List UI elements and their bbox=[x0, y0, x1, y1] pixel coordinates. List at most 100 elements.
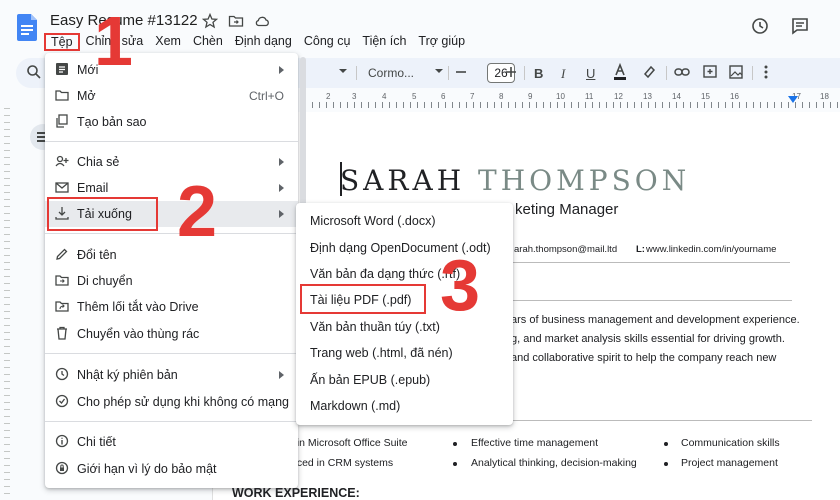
insert-image-icon[interactable] bbox=[728, 64, 744, 80]
ruler-number: 3 bbox=[352, 92, 357, 101]
menu-format[interactable]: Định dạng bbox=[229, 33, 298, 51]
menu-file[interactable]: Tệp bbox=[44, 33, 80, 51]
docs-logo-icon[interactable] bbox=[17, 14, 37, 41]
step-number-3: 3 bbox=[440, 246, 481, 326]
increase-font-size-icon[interactable] bbox=[504, 65, 518, 79]
pencil-icon bbox=[55, 247, 69, 261]
menu-item-add-shortcut[interactable]: Thêm lối tắt vào Drive bbox=[45, 294, 298, 320]
star-icon[interactable] bbox=[202, 13, 218, 29]
download-submenu: Microsoft Word (.docx) Định dạng OpenDoc… bbox=[296, 203, 513, 425]
download-txt[interactable]: Văn bản thuần túy (.txt) bbox=[296, 314, 513, 340]
resume-role: keting Manager bbox=[515, 201, 619, 218]
download-docx[interactable]: Microsoft Word (.docx) bbox=[296, 208, 513, 234]
offline-icon bbox=[55, 394, 69, 408]
bullet bbox=[664, 462, 668, 466]
add-comment-icon[interactable] bbox=[702, 64, 718, 80]
menu-item-new[interactable]: Mới bbox=[45, 57, 298, 83]
divider bbox=[512, 420, 812, 421]
right-indent-marker[interactable] bbox=[788, 96, 798, 103]
resume-first-name: SARAH bbox=[340, 164, 466, 197]
highlight-pdf-box bbox=[300, 284, 426, 314]
menu-item-version-history[interactable]: Nhật ký phiên bản bbox=[45, 362, 298, 388]
ruler-number: 11 bbox=[585, 92, 594, 101]
ruler-number: 8 bbox=[499, 92, 504, 101]
trash-icon bbox=[55, 326, 69, 340]
email-icon bbox=[55, 180, 69, 194]
folder-icon bbox=[55, 88, 69, 102]
menu-item-move[interactable]: Di chuyển bbox=[45, 268, 298, 294]
menu-item-rename[interactable]: Đổi tên bbox=[45, 242, 298, 268]
menu-item-make-copy[interactable]: Tạo bản sao bbox=[45, 109, 298, 135]
horizontal-ruler[interactable]: 2 3 4 5 6 7 8 9 10 11 12 13 14 15 16 17 … bbox=[312, 92, 840, 108]
submenu-arrow-icon bbox=[279, 66, 284, 74]
ruler-number: 9 bbox=[528, 92, 533, 101]
new-doc-icon bbox=[55, 62, 69, 76]
move-folder-icon[interactable] bbox=[228, 13, 244, 29]
font-family-select[interactable]: Cormo... bbox=[368, 66, 414, 80]
highlight-color-icon[interactable] bbox=[642, 64, 656, 80]
italic-icon[interactable]: I bbox=[561, 66, 565, 82]
submenu-arrow-icon bbox=[279, 371, 284, 379]
menu-tools[interactable]: Công cụ bbox=[298, 33, 357, 51]
skill-item: nced in CRM systems bbox=[291, 457, 394, 469]
menu-scrollbar[interactable] bbox=[300, 57, 306, 217]
ruler-number: 10 bbox=[556, 92, 565, 101]
ruler-number: 12 bbox=[614, 92, 623, 101]
menu-item-trash[interactable]: Chuyển vào thùng rác bbox=[45, 321, 298, 347]
summary-line: g, and market analysis skills essential … bbox=[511, 333, 785, 345]
security-icon bbox=[55, 461, 69, 475]
more-options-icon[interactable] bbox=[764, 65, 768, 79]
contact-linkedin: www.linkedin.com/in/yourname bbox=[646, 244, 777, 255]
share-icon bbox=[55, 154, 69, 168]
search-menus-icon[interactable] bbox=[26, 64, 42, 80]
download-epub[interactable]: Ấn bản EPUB (.epub) bbox=[296, 367, 513, 393]
bold-icon[interactable]: B bbox=[534, 66, 543, 81]
text-color-icon[interactable] bbox=[613, 63, 627, 81]
insert-link-icon[interactable] bbox=[674, 65, 690, 79]
ruler-number: 6 bbox=[441, 92, 446, 101]
skill-item: t in Microsoft Office Suite bbox=[291, 437, 408, 449]
menu-help[interactable]: Trợ giúp bbox=[412, 33, 471, 51]
download-md[interactable]: Markdown (.md) bbox=[296, 393, 513, 419]
underline-icon[interactable]: U bbox=[586, 66, 595, 81]
ruler-number: 15 bbox=[701, 92, 710, 101]
info-icon bbox=[55, 434, 69, 448]
font-dropdown-icon[interactable] bbox=[434, 67, 444, 75]
highlight-download-box bbox=[47, 197, 158, 231]
ruler-number: 14 bbox=[672, 92, 681, 101]
submenu-arrow-icon bbox=[279, 184, 284, 192]
ruler-number: 7 bbox=[470, 92, 475, 101]
drive-shortcut-icon bbox=[55, 299, 69, 313]
menu-view[interactable]: Xem bbox=[149, 33, 187, 51]
version-history-icon[interactable] bbox=[750, 16, 770, 36]
history-icon bbox=[55, 367, 69, 381]
step-number-1: 1 bbox=[94, 2, 133, 80]
copy-icon bbox=[55, 114, 69, 128]
menu-item-share[interactable]: Chia sẻ bbox=[45, 149, 298, 175]
move-folder-icon bbox=[55, 273, 69, 287]
contact-linkedin-prefix: L: bbox=[636, 244, 645, 255]
menu-item-open[interactable]: Mở Ctrl+O bbox=[45, 83, 298, 109]
resume-name[interactable]: SARAH THOMPSON bbox=[340, 164, 690, 197]
summary-line: ars of business management and developme… bbox=[511, 314, 800, 326]
menu-item-details[interactable]: Chi tiết bbox=[45, 429, 298, 455]
download-html[interactable]: Trang web (.html, đã nén) bbox=[296, 340, 513, 366]
comments-icon[interactable] bbox=[790, 16, 810, 36]
menu-insert[interactable]: Chèn bbox=[187, 33, 229, 51]
skill-item: Effective time management bbox=[471, 437, 599, 449]
download-odt[interactable]: Định dạng OpenDocument (.odt) bbox=[296, 235, 513, 261]
cloud-saved-icon[interactable] bbox=[254, 13, 270, 29]
ruler-number: 16 bbox=[730, 92, 739, 101]
skill-item: Communication skills bbox=[681, 437, 780, 449]
decrease-font-size-icon[interactable] bbox=[454, 65, 468, 79]
menu-item-offline[interactable]: Cho phép sử dụng khi không có mạng bbox=[45, 389, 298, 415]
skill-item: Analytical thinking, decision-making bbox=[471, 457, 637, 469]
menu-item-security-limits[interactable]: Giới hạn vì lý do bảo mật bbox=[45, 456, 298, 482]
style-dropdown-icon[interactable] bbox=[338, 67, 348, 75]
bullet bbox=[453, 462, 457, 466]
menu-extensions[interactable]: Tiện ích bbox=[356, 33, 412, 51]
bullet bbox=[664, 442, 668, 446]
file-menu: Mới Mở Ctrl+O Tạo bản sao Chia sẻ Email … bbox=[45, 53, 298, 488]
submenu-arrow-icon bbox=[279, 210, 284, 218]
submenu-arrow-icon bbox=[279, 158, 284, 166]
